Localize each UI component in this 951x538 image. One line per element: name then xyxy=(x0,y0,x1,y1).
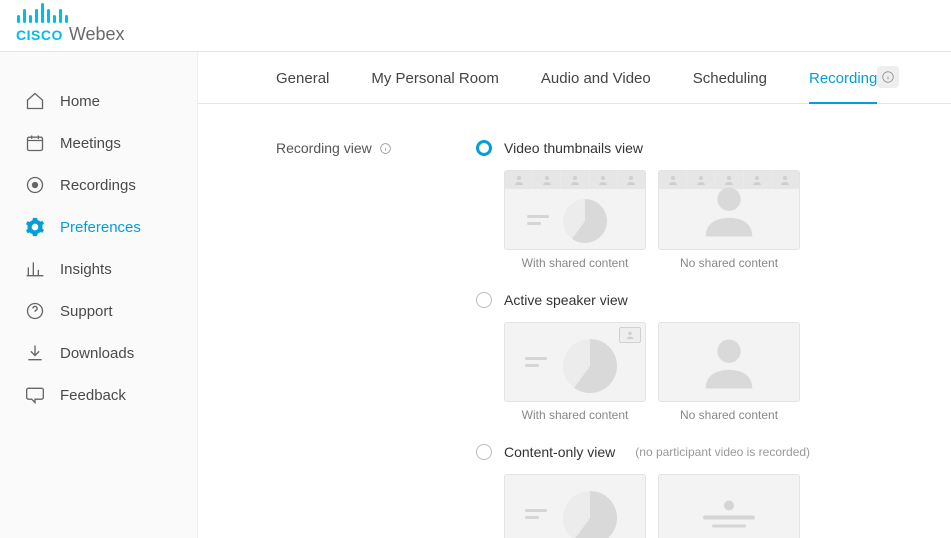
tab-recording[interactable]: Recording xyxy=(809,70,877,103)
sidebar-item-insights[interactable]: Insights xyxy=(0,248,197,290)
brand-product-text: Webex xyxy=(69,24,125,45)
placeholder-icon xyxy=(703,501,755,528)
option-video-thumbnails: Video thumbnails view With shared conten… xyxy=(476,140,951,270)
download-icon xyxy=(24,342,46,364)
sidebar: Home Meetings Recordings Preferences Ins… xyxy=(0,52,198,538)
option-label: Video thumbnails view xyxy=(504,140,643,156)
gear-icon xyxy=(24,216,46,238)
preview-with-shared: With shared content xyxy=(504,322,646,422)
option-row[interactable]: Active speaker view xyxy=(476,292,951,308)
option-active-speaker: Active speaker view With shared content xyxy=(476,292,951,422)
brand-cisco-text: CISCO xyxy=(16,27,63,43)
section-label: Recording view xyxy=(276,140,476,518)
preferences-tabs: General My Personal Room Audio and Video… xyxy=(198,52,951,104)
sidebar-item-label: Recordings xyxy=(60,177,136,194)
sidebar-item-preferences[interactable]: Preferences xyxy=(0,206,197,248)
tab-scheduling[interactable]: Scheduling xyxy=(693,70,767,103)
tab-personal-room[interactable]: My Personal Room xyxy=(371,70,499,103)
app-header: CISCO Webex xyxy=(0,0,951,52)
sidebar-item-recordings[interactable]: Recordings xyxy=(0,164,197,206)
recording-view-options: Video thumbnails view With shared conten… xyxy=(476,140,951,518)
sidebar-item-label: Support xyxy=(60,303,113,320)
chat-icon xyxy=(24,384,46,406)
brand-logo: CISCO Webex xyxy=(16,3,125,45)
cisco-bars-icon xyxy=(16,3,68,23)
option-row[interactable]: Video thumbnails view xyxy=(476,140,951,156)
preview-with-shared: With shared content xyxy=(504,474,646,538)
home-icon xyxy=(24,90,46,112)
sidebar-item-label: Downloads xyxy=(60,345,134,362)
info-icon[interactable] xyxy=(378,140,394,156)
record-icon xyxy=(24,174,46,196)
option-label: Active speaker view xyxy=(504,292,628,308)
sidebar-item-label: Preferences xyxy=(60,219,141,236)
sidebar-item-label: Meetings xyxy=(60,135,121,152)
sidebar-item-label: Insights xyxy=(60,261,112,278)
preview-caption: With shared content xyxy=(504,408,646,422)
help-icon xyxy=(24,300,46,322)
sidebar-item-feedback[interactable]: Feedback xyxy=(0,374,197,416)
sidebar-item-label: Home xyxy=(60,93,100,110)
content-area: General My Personal Room Audio and Video… xyxy=(198,52,951,538)
preview-caption: No shared content xyxy=(658,408,800,422)
radio-unselected-icon[interactable] xyxy=(476,292,492,308)
tab-general[interactable]: General xyxy=(276,70,329,103)
preview-no-shared: No shared content xyxy=(658,474,800,538)
preview-with-shared: With shared content xyxy=(504,170,646,270)
calendar-icon xyxy=(24,132,46,154)
sidebar-item-meetings[interactable]: Meetings xyxy=(0,122,197,164)
sidebar-item-home[interactable]: Home xyxy=(0,80,197,122)
preview-no-shared: No shared content xyxy=(658,170,800,270)
option-label: Content-only view xyxy=(504,444,615,460)
preview-no-shared: No shared content xyxy=(658,322,800,422)
radio-selected-icon[interactable] xyxy=(476,140,492,156)
preview-caption: With shared content xyxy=(504,256,646,270)
insights-icon xyxy=(24,258,46,280)
speaker-badge-icon xyxy=(619,327,641,343)
option-row[interactable]: Content-only view (no participant video … xyxy=(476,444,951,460)
sidebar-item-label: Feedback xyxy=(60,387,126,404)
option-content-only: Content-only view (no participant video … xyxy=(476,444,951,538)
sidebar-item-support[interactable]: Support xyxy=(0,290,197,332)
sidebar-item-downloads[interactable]: Downloads xyxy=(0,332,197,374)
info-icon[interactable] xyxy=(877,66,899,88)
radio-unselected-icon[interactable] xyxy=(476,444,492,460)
tab-audio-video[interactable]: Audio and Video xyxy=(541,70,651,103)
preview-caption: No shared content xyxy=(658,256,800,270)
option-sublabel: (no participant video is recorded) xyxy=(635,445,810,459)
